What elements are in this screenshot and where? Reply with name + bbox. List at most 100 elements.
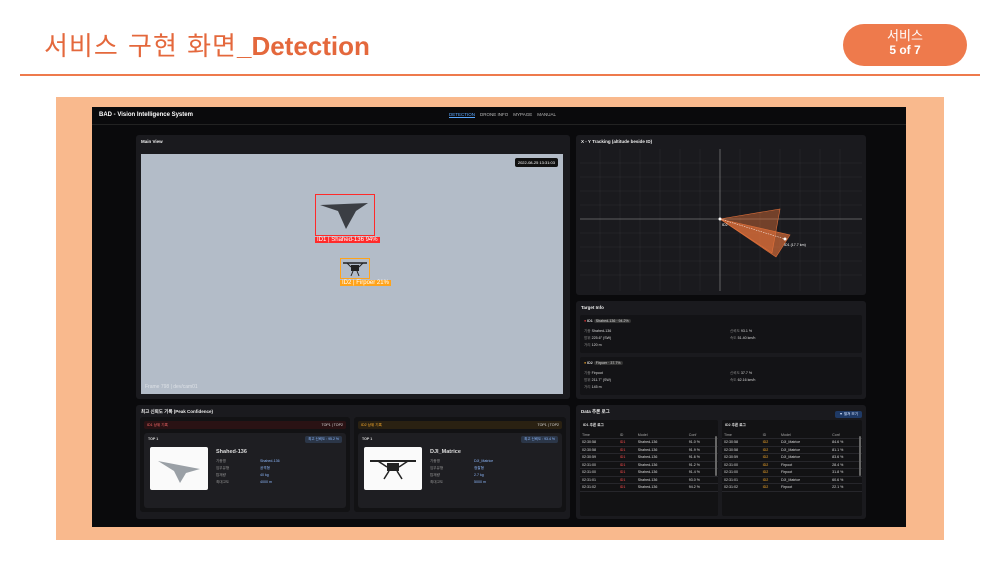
- spec-value: DJI_Matrice: [474, 459, 494, 463]
- feed-timestamp: 2022-08-25 13:31:03: [514, 158, 558, 167]
- cell-model: Shahed-136: [635, 453, 687, 462]
- expand-button[interactable]: ▼ 펼쳐 보기: [835, 411, 862, 418]
- cell-model: Shahed-136: [635, 446, 687, 454]
- cell-time: 02:31:00: [722, 461, 761, 469]
- drone-card[interactable]: TOP 1 최고 신뢰도 : 95.2 % Shahed-136 기종명 임무유…: [144, 433, 346, 508]
- target-card-id1[interactable]: ● ID1 Shahed-136 · 94.2% 기종 Shahed-136 방…: [580, 315, 862, 353]
- camera-feed[interactable]: 2022-08-25 13:31:03 ID1 | Shahed-136 94%: [141, 154, 563, 394]
- log-row: 02:30:58 ID1 Shahed-136 91.9 %: [580, 446, 718, 454]
- spec-key: 기종명: [216, 459, 226, 463]
- log-table-id2: Time ID Model Conf 02:30:58 ID2 DJI_Matric…: [722, 431, 862, 492]
- row-key: 속도: [730, 378, 737, 382]
- cell-id: ID2: [760, 468, 779, 477]
- target-header-badge: Shahed-136 · 94.2%: [593, 319, 631, 323]
- row-key: 기종: [584, 371, 591, 375]
- tracking-title: X - Y Tracking (altitude beside ID): [581, 139, 653, 144]
- cell-conf: 91.6 %: [686, 453, 718, 462]
- cell-conf: 60.6 %: [830, 476, 862, 484]
- col-model: Model: [778, 431, 831, 439]
- spec-key: 탑재량: [430, 473, 440, 477]
- cell-model: DJI_Matrice: [778, 453, 831, 462]
- detection-label-id1: ID1 | Shahed-136 94%: [315, 237, 380, 243]
- cell-id: ID2: [760, 438, 779, 447]
- target-info-title: Target Info: [581, 305, 604, 310]
- log-row: 02:30:58 ID2 DJI_Matrice 81.1 %: [722, 446, 862, 454]
- target-row: 신뢰도 93.1 %: [730, 328, 755, 335]
- drone-card[interactable]: TOP 1 최고 신뢰도 : 93.4 % DJI_Matrice 기종명 임무…: [358, 433, 562, 508]
- nav-manual[interactable]: MANUAL: [537, 112, 556, 118]
- col-time: Time: [722, 431, 761, 439]
- row-value: 211.7° (SW): [591, 378, 611, 382]
- col-conf: Conf: [830, 431, 862, 439]
- row-key: 신뢰도: [730, 371, 740, 375]
- slide-title: 서비스 구현 화면_Detection: [44, 26, 370, 63]
- row-value: 145 m: [591, 385, 602, 389]
- row-key: 방위: [584, 336, 591, 340]
- peak-header-left: ID2 상위 기록: [361, 423, 382, 427]
- target-header-id2: ● ID2 Firpoer · 37.7%: [584, 361, 623, 365]
- row-value: Firpoot: [591, 371, 603, 375]
- cell-time: 02:30:59: [580, 453, 618, 462]
- slide: 서비스 구현 화면_Detection 서비스 5 of 7 BAD - Vis…: [0, 0, 1000, 562]
- target-row: 기종 Firpoot: [584, 370, 611, 377]
- peak-rank-toggle[interactable]: TOP1 | TOP2: [321, 423, 343, 427]
- app-nav: DETECTION DRONE INFO MYPAGE MANUAL: [449, 112, 556, 118]
- row-value: 51.40 km/h: [737, 336, 756, 340]
- log-row: 02:31:02 ID1 Shahed-136 94.2 %: [580, 483, 718, 492]
- detection-box-id1[interactable]: [315, 194, 375, 236]
- row-key: 속도: [730, 336, 737, 340]
- col-id: ID: [617, 431, 636, 439]
- row-value: 93.1 %: [740, 329, 753, 333]
- spec-value: 정찰형: [474, 466, 484, 470]
- cell-id: ID2: [760, 461, 779, 469]
- shahed-drone-icon: [320, 203, 368, 229]
- cell-conf: 91.2 %: [686, 461, 718, 469]
- cell-conf: 91.0 %: [686, 438, 718, 447]
- tracking-plot[interactable]: [580, 149, 862, 291]
- cell-model: DJI_Matrice: [778, 438, 831, 447]
- peak-rank-toggle[interactable]: TOP1 | TOP2: [537, 423, 559, 427]
- cell-model: Firpoot: [778, 483, 831, 492]
- cell-time: 02:31:01: [722, 476, 761, 484]
- target-row: 기종 Shahed-136: [584, 328, 611, 335]
- cell-id: ID2: [760, 476, 779, 484]
- cell-model: Shahed-136: [635, 468, 687, 477]
- cell-model: Shahed-136: [635, 476, 687, 484]
- log-row: 02:31:02 ID2 Firpoot 22.1 %: [722, 483, 862, 492]
- peak-title: 최고 신뢰도 기록 (Peak Confidence): [141, 409, 213, 414]
- spec-value: 2.7 kg: [474, 473, 484, 477]
- cell-conf: 22.1 %: [830, 483, 862, 492]
- log-scrollbar[interactable]: [859, 436, 861, 476]
- nav-mypage[interactable]: MYPAGE: [513, 112, 532, 118]
- col-id: ID: [760, 431, 779, 439]
- log-scrollbar[interactable]: [715, 436, 717, 476]
- cell-conf: 31.8 %: [830, 468, 862, 477]
- cell-conf: 93.0 %: [686, 476, 718, 484]
- cell-id: ID1: [617, 483, 636, 492]
- cell-id: ID2: [760, 446, 779, 454]
- spec-key: 최대고도: [216, 480, 230, 484]
- detection-box-id2[interactable]: [340, 258, 370, 279]
- slide-title-prefix: 서비스 구현 화면: [44, 32, 237, 62]
- cell-model: DJI_Matrice: [778, 476, 831, 484]
- main-view-title: Main View: [141, 139, 163, 144]
- badge-page-number: 5 of 7: [889, 43, 921, 58]
- app-window: BAD - Vision Intelligence System DETECTI…: [92, 107, 906, 527]
- cell-time: 02:31:00: [580, 468, 618, 477]
- log-header-row: Time ID Model Conf: [722, 431, 862, 439]
- nav-drone-info[interactable]: DRONE INFO: [480, 112, 508, 118]
- tracking-label-id1: ID1 (17.7 km): [784, 243, 806, 247]
- target-row: 신뢰도 37.7 %: [730, 370, 755, 377]
- status-dot-icon: ●: [584, 319, 587, 323]
- row-key: 방위: [584, 378, 591, 382]
- target-card-id2[interactable]: ● ID2 Firpoer · 37.7% 기종 Firpoot 방위 211.…: [580, 357, 862, 395]
- row-value: 225.6° (SW): [591, 336, 612, 340]
- cell-model: Firpoot: [778, 461, 831, 469]
- nav-detection[interactable]: DETECTION: [449, 112, 476, 118]
- cell-conf: 83.6 %: [830, 453, 862, 462]
- target-row: 방위 225.6° (SW): [584, 335, 611, 342]
- cell-time: 02:31:02: [722, 483, 761, 492]
- target-row: 거리 120 m: [584, 342, 611, 349]
- spec-key: 최대고도: [430, 480, 444, 484]
- cell-time: 02:30:59: [722, 453, 761, 462]
